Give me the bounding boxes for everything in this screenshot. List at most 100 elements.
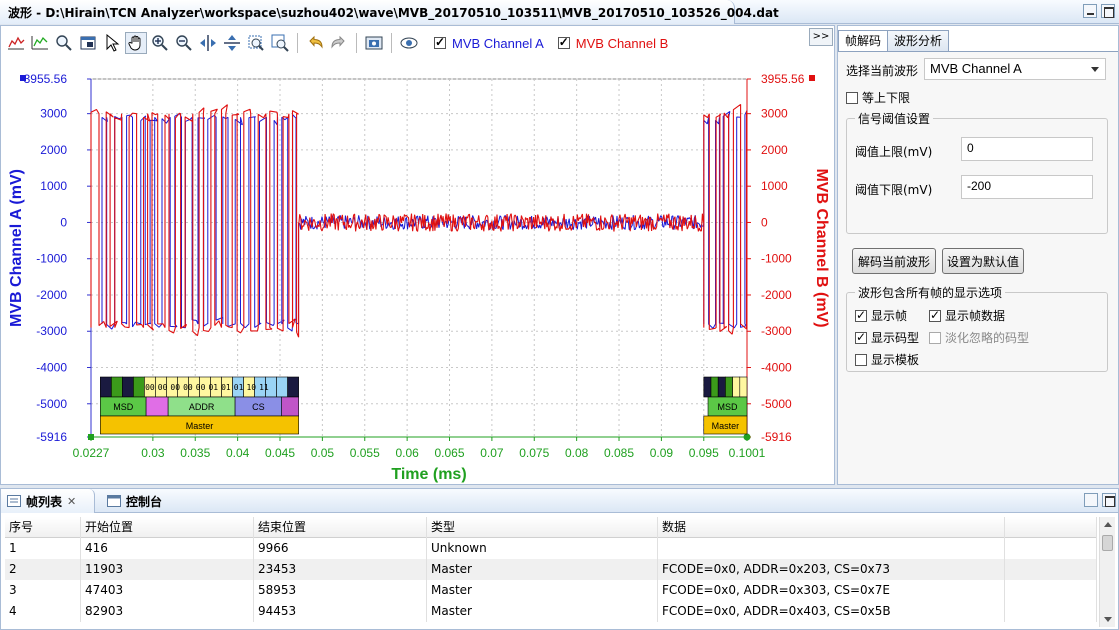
- chart-line-icon[interactable]: [29, 32, 51, 54]
- zoom-out-icon[interactable]: [173, 32, 195, 54]
- x-tick-label: 0.085: [604, 446, 634, 460]
- decode-1-field: [145, 396, 169, 417]
- x-end-marker: [743, 433, 751, 441]
- x-tick-label: 0.08: [565, 446, 589, 460]
- table-row[interactable]: 4 82903 94453 Master FCODE=0x0, ADDR=0x403, …: [5, 601, 1097, 622]
- scroll-up-icon[interactable]: [1104, 522, 1112, 527]
- y-tick-label-left: -3000: [36, 324, 67, 338]
- y-tick-label-right: -5916: [761, 430, 792, 444]
- zoom-region-icon[interactable]: [245, 32, 267, 54]
- table-row[interactable]: 2 11903 23453 Master FCODE=0x0, ADDR=0x203, …: [5, 559, 1097, 580]
- y-tick-label-right: -2000: [761, 288, 792, 302]
- bottom-tabs: 帧列表 ✕ 控制台: [1, 489, 1118, 513]
- threshold-group-title: 信号阈值设置: [855, 110, 934, 127]
- show-code-checkbox[interactable]: [855, 330, 867, 344]
- split-vertical-icon[interactable]: [221, 32, 243, 54]
- scroll-thumb[interactable]: [1102, 535, 1113, 551]
- show-template-checkbox[interactable]: [855, 353, 867, 366]
- table-cell: 47403: [81, 580, 254, 601]
- table-cell: 94453: [254, 601, 427, 622]
- column-header[interactable]: 序号: [5, 517, 81, 538]
- x-tick-label: 0.055: [350, 446, 380, 460]
- upper-threshold-input[interactable]: 0: [961, 137, 1093, 161]
- expand-panel-button[interactable]: >>: [809, 28, 833, 46]
- zoom-in-icon[interactable]: [149, 32, 171, 54]
- channel-b-checkbox[interactable]: [557, 35, 570, 49]
- decode-1-bit-cell: [122, 376, 134, 398]
- zoom-fit-icon[interactable]: [53, 32, 75, 54]
- minimize-icon[interactable]: [1083, 4, 1097, 18]
- eye-icon[interactable]: [398, 32, 420, 54]
- redo-icon[interactable]: [328, 32, 350, 54]
- set-default-button[interactable]: 设置为默认值: [942, 248, 1024, 274]
- column-header[interactable]: 结束位置: [254, 517, 427, 538]
- wave-editor-tab[interactable]: 波形 - D:\Hirain\TCN Analyzer\workspace\su…: [0, 0, 779, 24]
- show-frame-data-checkbox[interactable]: [929, 308, 941, 322]
- decode-wave-button[interactable]: 解码当前波形: [852, 248, 936, 274]
- wave-select[interactable]: MVB Channel A: [924, 58, 1106, 80]
- equal-limits-option[interactable]: 等上下限: [846, 89, 910, 106]
- split-horizontal-icon[interactable]: [197, 32, 219, 54]
- chart-bar-icon[interactable]: [5, 32, 27, 54]
- table-scrollbar[interactable]: [1099, 517, 1115, 627]
- x-tick-label: 0.095: [689, 446, 719, 460]
- close-icon[interactable]: ✕: [67, 495, 76, 508]
- column-header[interactable]: [1005, 517, 1097, 538]
- x-tick-label: 0.05: [311, 446, 335, 460]
- window-icon[interactable]: [77, 32, 99, 54]
- y-tick-label-right: 2000: [761, 143, 788, 157]
- decode-1-bit-cell: [287, 376, 299, 398]
- table-cell: [1005, 601, 1097, 622]
- channel-a-checkbox[interactable]: [434, 35, 446, 49]
- decode-panel: 帧解码 波形分析 选择当前波形 MVB Channel A 等上下限 信号阈值设…: [837, 25, 1119, 485]
- table-cell: FCODE=0x0, ADDR=0x303, CS=0x7E: [658, 580, 1005, 601]
- show-frame-label: 显示帧: [871, 309, 908, 323]
- column-header[interactable]: 开始位置: [81, 517, 254, 538]
- decode-1-field-label: ADDR: [189, 402, 215, 412]
- maximize-icon[interactable]: [1101, 4, 1115, 18]
- y-tick-label-left: 1000: [40, 179, 67, 193]
- decode-2-bit-cell: [739, 376, 748, 398]
- waveform-chart[interactable]: 3955.56 3955.563000 30002000 20001000 10000 0…: [1, 66, 834, 486]
- column-header[interactable]: 数据: [658, 517, 1005, 538]
- scroll-down-icon[interactable]: [1104, 617, 1112, 622]
- display-options-group: 波形包含所有帧的显示选项 显示帧 显示帧数据 显示码型 淡化忽略的码型 显示模板: [846, 284, 1108, 372]
- show-frame-option[interactable]: 显示帧: [855, 307, 907, 324]
- maximize-icon[interactable]: [1102, 493, 1116, 507]
- decode-1-bit-cell: [111, 376, 123, 398]
- show-frame-data-option[interactable]: 显示帧数据: [929, 307, 1005, 324]
- fade-ignored-label: 淡化忽略的码型: [945, 331, 1030, 345]
- x-tick-label: 0.075: [519, 446, 549, 460]
- zoom-region-2-icon[interactable]: [269, 32, 291, 54]
- table-cell: 11903: [81, 559, 254, 580]
- fade-ignored-checkbox: [929, 331, 941, 344]
- tab-frame-decode[interactable]: 帧解码: [838, 30, 889, 52]
- pointer-icon[interactable]: [101, 32, 123, 54]
- undo-icon[interactable]: [304, 32, 326, 54]
- show-template-option[interactable]: 显示模板: [855, 351, 919, 368]
- channel-a-toggle[interactable]: MVB Channel A: [434, 35, 544, 51]
- x-tick-label: 0.035: [180, 446, 210, 460]
- column-header[interactable]: 类型: [427, 517, 658, 538]
- table-cell: FCODE=0x0, ADDR=0x403, CS=0x5B: [658, 601, 1005, 622]
- table-cell: 82903: [81, 601, 254, 622]
- decode-1-bit-label: 11: [259, 383, 269, 392]
- decode-1-bit-label: 00: [170, 383, 180, 392]
- channel-b-toggle[interactable]: MVB Channel B: [557, 35, 668, 51]
- tab-wave-analysis[interactable]: 波形分析: [887, 30, 950, 51]
- lower-threshold-input[interactable]: -200: [961, 175, 1093, 199]
- table-cell: 3: [5, 580, 81, 601]
- tab-frame-list[interactable]: 帧列表 ✕: [1, 489, 95, 513]
- tab-console[interactable]: 控制台: [101, 489, 168, 513]
- show-code-option[interactable]: 显示码型: [855, 329, 919, 346]
- console-icon: [107, 495, 121, 507]
- table-row[interactable]: 3 47403 58953 Master FCODE=0x0, ADDR=0x303, …: [5, 580, 1097, 601]
- show-frame-checkbox[interactable]: [855, 308, 867, 322]
- minimize-icon[interactable]: [1084, 493, 1098, 507]
- screenshot-icon[interactable]: [363, 32, 385, 54]
- toolbar-separator: [391, 33, 392, 53]
- hand-icon[interactable]: [125, 32, 147, 54]
- decode-1-bit-label: 10: [246, 383, 256, 392]
- table-row[interactable]: 1 416 9966 Unknown: [5, 538, 1097, 559]
- equal-limits-checkbox[interactable]: [846, 91, 858, 104]
